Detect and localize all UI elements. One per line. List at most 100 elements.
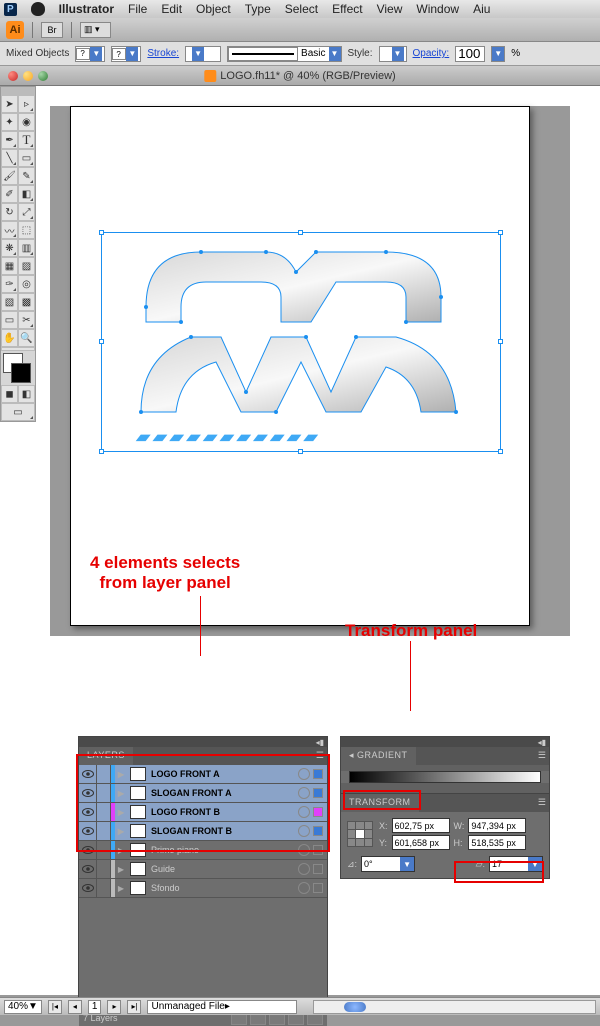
layer-row[interactable]: ▶LOGO FRONT A: [79, 765, 327, 784]
style-dropdown[interactable]: ▼: [379, 46, 407, 62]
stroke-color-dropdown[interactable]: ?▼: [111, 46, 141, 62]
first-artboard-button[interactable]: |◂: [48, 1000, 62, 1014]
menu-view[interactable]: View: [377, 2, 403, 16]
color-mode[interactable]: ◼: [1, 385, 18, 403]
target-icon[interactable]: [298, 863, 310, 875]
selection-indicator[interactable]: [313, 788, 323, 798]
menu-object[interactable]: Object: [196, 2, 231, 16]
slice-tool[interactable]: ✂: [18, 311, 35, 329]
selection-indicator[interactable]: [313, 826, 323, 836]
reference-point[interactable]: [347, 821, 373, 847]
selection-indicator[interactable]: [313, 864, 323, 874]
layer-row[interactable]: ▶ SLOGAN FRONT B: [79, 822, 327, 841]
expand-arrow[interactable]: ▶: [115, 789, 127, 798]
layer-name[interactable]: LOGO FRONT B: [149, 807, 298, 817]
layer-row[interactable]: ▶ LOGO FRONT B: [79, 803, 327, 822]
layer-name[interactable]: Primo piano: [149, 845, 298, 855]
close-button[interactable]: [8, 71, 18, 81]
expand-arrow[interactable]: ▶: [115, 865, 127, 874]
zoom-level[interactable]: 40% ▼: [4, 1000, 42, 1014]
expand-arrow[interactable]: ▶: [115, 808, 127, 817]
panel-flyout-menu[interactable]: ☰: [419, 794, 550, 812]
pen-tool[interactable]: ✒: [1, 131, 18, 149]
lock-toggle[interactable]: [97, 879, 111, 897]
gradient-tool[interactable]: ▨: [18, 257, 35, 275]
menu-type[interactable]: Type: [245, 2, 271, 16]
symbol-sprayer-tool[interactable]: ❋: [1, 239, 18, 257]
brush-dropdown[interactable]: Basic▼: [227, 46, 341, 62]
gradient-tab[interactable]: ◂ GRADIENT: [341, 747, 416, 765]
blob-brush-tool[interactable]: ✐: [1, 185, 18, 203]
menu-window[interactable]: Window: [416, 2, 459, 16]
rotate-dropdown[interactable]: ▼: [361, 856, 415, 872]
x-input[interactable]: [392, 818, 450, 833]
last-artboard-button[interactable]: ▸|: [127, 1000, 141, 1014]
hand-tool[interactable]: ✋: [1, 329, 18, 347]
w-input[interactable]: [468, 818, 526, 833]
opacity-link[interactable]: Opacity:: [413, 48, 450, 59]
visibility-toggle[interactable]: [79, 765, 97, 783]
target-icon[interactable]: [298, 825, 310, 837]
opacity-dropdown-arrow[interactable]: ▼: [491, 46, 505, 62]
layer-name[interactable]: SLOGAN FRONT B: [149, 826, 298, 836]
layer-row[interactable]: ▶Sfondo: [79, 879, 327, 898]
prev-artboard-button[interactable]: ◂: [68, 1000, 82, 1014]
layers-tab[interactable]: LAYERS: [79, 747, 133, 765]
graph-tool[interactable]: ▥: [18, 239, 35, 257]
layer-row[interactable]: ▶ Guide: [79, 860, 327, 879]
lock-toggle[interactable]: [97, 765, 111, 783]
target-icon[interactable]: [298, 787, 310, 799]
live-paint-selection-tool[interactable]: ▩: [18, 293, 35, 311]
artboard-tool[interactable]: ▭: [1, 311, 18, 329]
visibility-toggle[interactable]: [79, 879, 97, 897]
rotate-tool[interactable]: ↻: [1, 203, 18, 221]
layer-name[interactable]: Sfondo: [149, 883, 298, 893]
target-icon[interactable]: [298, 844, 310, 856]
visibility-toggle[interactable]: [79, 822, 97, 840]
gradient-slider[interactable]: [349, 771, 541, 783]
lock-toggle[interactable]: [97, 784, 111, 802]
opacity-input[interactable]: [455, 46, 485, 62]
scale-tool[interactable]: ⤢: [18, 203, 35, 221]
target-icon[interactable]: [298, 882, 310, 894]
type-tool[interactable]: T: [18, 131, 35, 149]
selection-tool[interactable]: ➤: [1, 95, 18, 113]
drag-handle[interactable]: [1, 87, 35, 95]
pencil-tool[interactable]: ✎: [18, 167, 35, 185]
menu-edit[interactable]: Edit: [161, 2, 182, 16]
direct-selection-tool[interactable]: ▹: [18, 95, 35, 113]
selection-indicator[interactable]: [313, 769, 323, 779]
next-artboard-button[interactable]: ▸: [107, 1000, 121, 1014]
transform-tab[interactable]: TRANSFORM: [341, 794, 419, 812]
apple-icon[interactable]: [31, 2, 45, 16]
expand-arrow[interactable]: ▶: [115, 770, 127, 779]
menu-file[interactable]: File: [128, 2, 147, 16]
stroke-link[interactable]: Stroke:: [147, 48, 179, 59]
selection-indicator[interactable]: [313, 845, 323, 855]
eyedropper-tool[interactable]: ✑: [1, 275, 18, 293]
zoom-button[interactable]: [38, 71, 48, 81]
lasso-tool[interactable]: ◉: [18, 113, 35, 131]
y-input[interactable]: [392, 835, 450, 850]
layer-name[interactable]: SLOGAN FRONT A: [149, 788, 298, 798]
menu-effect[interactable]: Effect: [332, 2, 362, 16]
layer-name[interactable]: Guide: [149, 864, 298, 874]
color-swatches[interactable]: [1, 351, 35, 385]
menu-help[interactable]: Aiu: [473, 2, 490, 16]
magic-wand-tool[interactable]: ✦: [1, 113, 18, 131]
selection-indicator[interactable]: [313, 883, 323, 893]
target-icon[interactable]: [298, 806, 310, 818]
bridge-button[interactable]: Br: [41, 22, 63, 38]
eraser-tool[interactable]: ◧: [18, 185, 35, 203]
menu-select[interactable]: Select: [285, 2, 318, 16]
visibility-toggle[interactable]: [79, 860, 97, 878]
mesh-tool[interactable]: ▦: [1, 257, 18, 275]
lock-toggle[interactable]: [97, 860, 111, 878]
target-icon[interactable]: [298, 768, 310, 780]
artboard-number[interactable]: 1: [88, 1000, 102, 1014]
zoom-tool[interactable]: 🔍: [18, 329, 35, 347]
blend-tool[interactable]: ◎: [18, 275, 35, 293]
free-transform-tool[interactable]: ⬚: [18, 221, 35, 239]
visibility-toggle[interactable]: [79, 803, 97, 821]
expand-arrow[interactable]: ▶: [115, 827, 127, 836]
